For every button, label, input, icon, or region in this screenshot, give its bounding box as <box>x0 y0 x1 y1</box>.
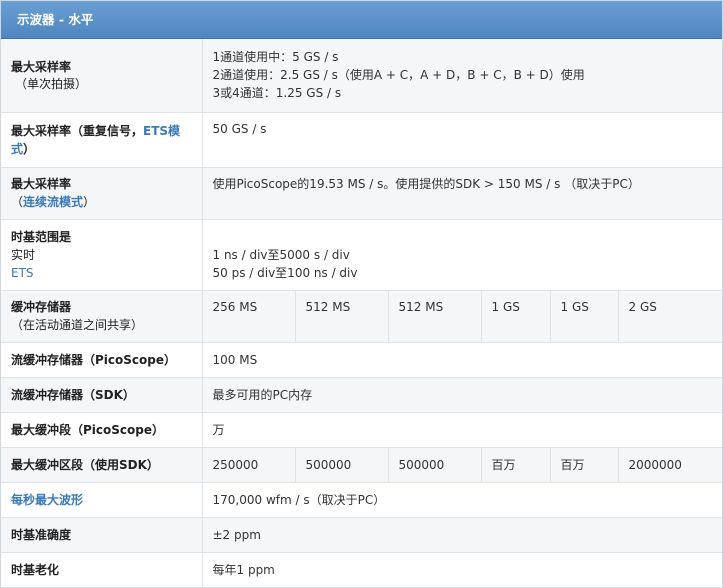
table-row: 最大缓冲段（PicoScope） 万 <box>1 411 723 448</box>
row-label: 时基范围是 实时 ETS <box>1 218 203 291</box>
row-value: 1 ns / div至5000 s / div 50 ps / div至100 … <box>201 218 723 291</box>
cell: 百万 <box>480 446 551 483</box>
row-label: 时基老化 <box>1 551 203 588</box>
cell: 512 MS <box>294 289 389 343</box>
table-row: 最大采样率 （连续流模式） 使用PicoScope的19.53 MS / s。使… <box>1 166 723 220</box>
row-label: 最大采样率 （连续流模式） <box>1 166 203 220</box>
table-row: 时基准确度 ±2 ppm <box>1 516 723 553</box>
table-row: 每秒最大波形 170,000 wfm / s（取决于PC） <box>1 481 723 518</box>
row-label: 时基准确度 <box>1 516 203 553</box>
spec-table: 最大采样率 （单次拍摄） 1通道使用中：5 GS / s 2通道使用：2.5 G… <box>1 39 723 588</box>
max-waveforms-link[interactable]: 每秒最大波形 <box>11 493 83 507</box>
cell: 500000 <box>387 446 482 483</box>
row-value: 1通道使用中：5 GS / s 2通道使用：2.5 GS / s（使用A + C… <box>201 39 723 113</box>
ets-link[interactable]: ETS <box>11 264 192 282</box>
row-value: 170,000 wfm / s（取决于PC） <box>201 481 723 518</box>
row-value: 100 MS <box>201 341 723 378</box>
row-label: 流缓冲存储器（PicoScope） <box>1 341 203 378</box>
section-header: 示波器 - 水平 <box>1 1 722 39</box>
row-value: 使用PicoScope的19.53 MS / s。使用提供的SDK > 150 … <box>201 166 723 220</box>
cell: 500000 <box>294 446 389 483</box>
cell: 250000 <box>201 446 296 483</box>
row-label: 最大缓冲区段（使用SDK） <box>1 446 203 483</box>
row-value: 最多可用的PC内存 <box>201 376 723 413</box>
cell: 2000000 <box>617 446 723 483</box>
row-value: 每年1 ppm <box>201 551 723 588</box>
row-value: 50 GS / s <box>201 111 723 168</box>
row-label: 最大缓冲段（PicoScope） <box>1 411 203 448</box>
table-row: 时基老化 每年1 ppm <box>1 551 723 588</box>
row-label: 每秒最大波形 <box>1 481 203 518</box>
table-row: 流缓冲存储器（PicoScope） 100 MS <box>1 341 723 378</box>
row-label: 最大采样率 （单次拍摄） <box>1 39 203 113</box>
table-row: 时基范围是 实时 ETS 1 ns / div至5000 s / div 50 … <box>1 218 723 291</box>
table-row: 最大采样率 （单次拍摄） 1通道使用中：5 GS / s 2通道使用：2.5 G… <box>1 39 723 113</box>
row-label: 缓冲存储器 （在活动通道之间共享） <box>1 289 203 343</box>
row-value: 万 <box>201 411 723 448</box>
cell: 1 GS <box>480 289 551 343</box>
cell: 2 GS <box>617 289 723 343</box>
cell: 百万 <box>549 446 619 483</box>
table-row: 流缓冲存储器（SDK） 最多可用的PC内存 <box>1 376 723 413</box>
spec-panel: 示波器 - 水平 最大采样率 （单次拍摄） 1通道使用中：5 GS / s 2通… <box>0 0 723 588</box>
row-label: 流缓冲存储器（SDK） <box>1 376 203 413</box>
cell: 512 MS <box>387 289 482 343</box>
table-row: 缓冲存储器 （在活动通道之间共享） 256 MS 512 MS 512 MS 1… <box>1 289 723 343</box>
cell: 1 GS <box>549 289 619 343</box>
row-value: ±2 ppm <box>201 516 723 553</box>
streaming-mode-link[interactable]: 连续流模式 <box>23 195 83 209</box>
table-row: 最大缓冲区段（使用SDK） 250000 500000 500000 百万 百万… <box>1 446 723 483</box>
table-row: 最大采样率（重复信号，ETS模式） 50 GS / s <box>1 111 723 168</box>
cell: 256 MS <box>201 289 296 343</box>
row-label: 最大采样率（重复信号，ETS模式） <box>1 111 203 168</box>
